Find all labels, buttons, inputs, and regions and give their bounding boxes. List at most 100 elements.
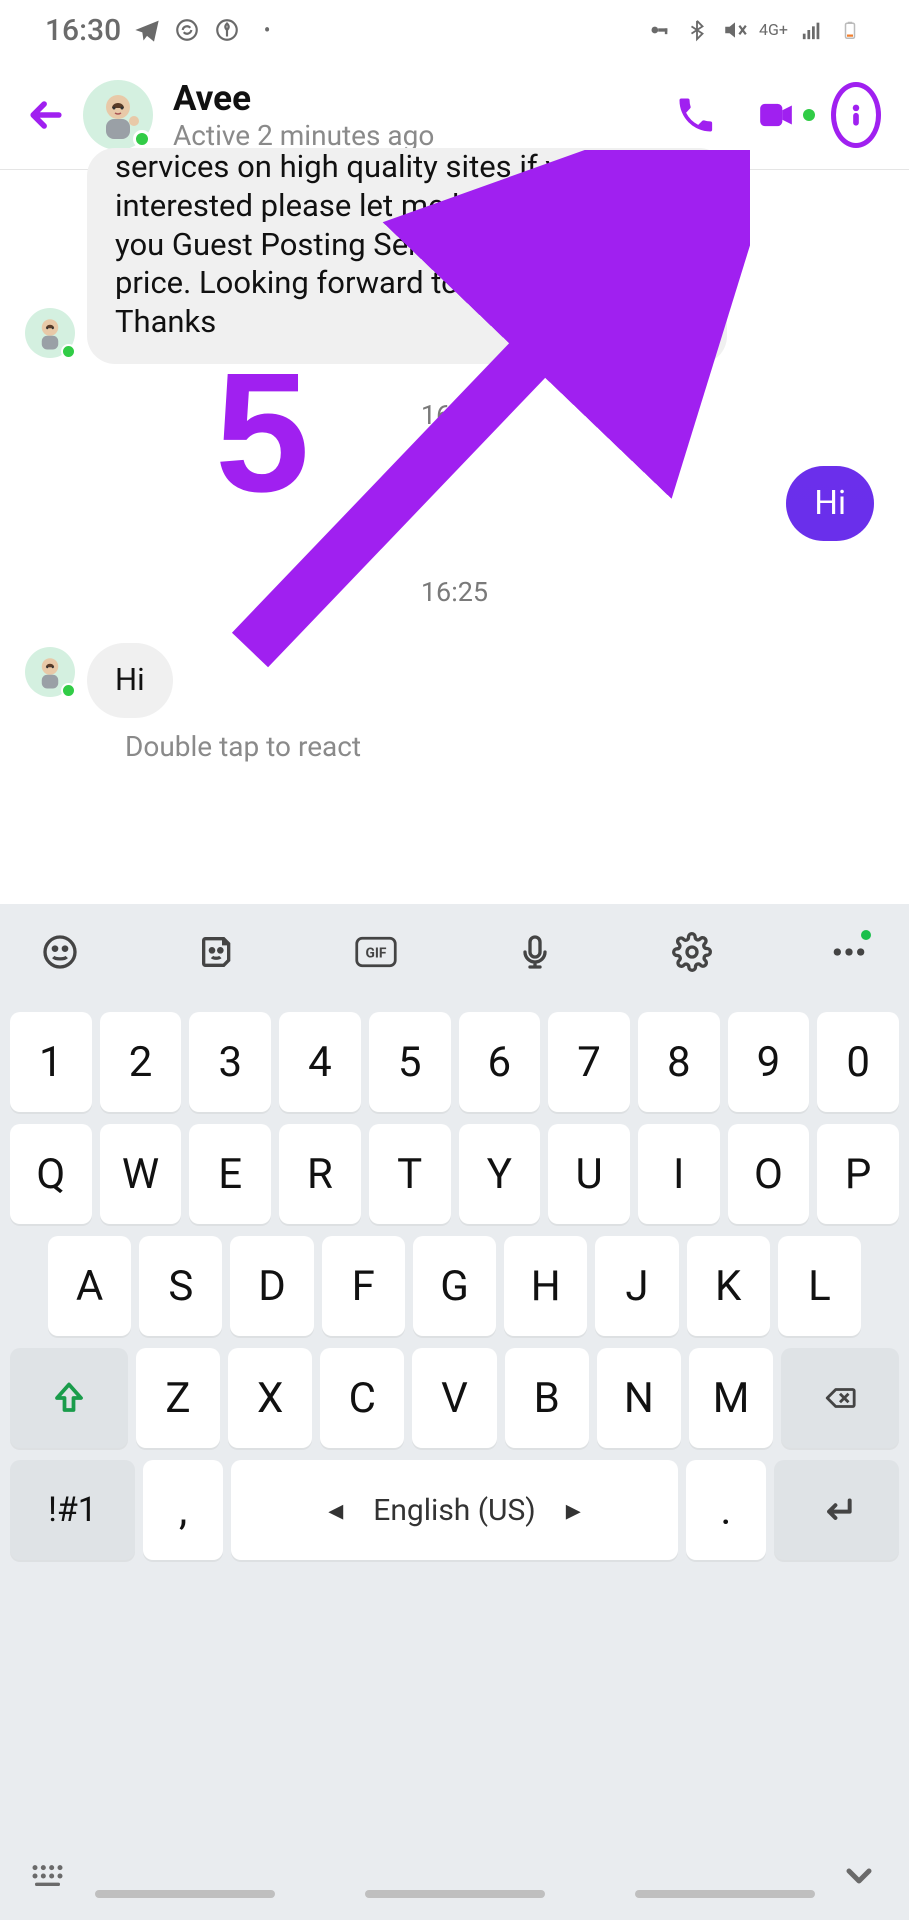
- tree-icon: [213, 16, 241, 44]
- shift-key[interactable]: [10, 1348, 128, 1448]
- incoming-message-bubble[interactable]: services on high quality sites if you ar…: [87, 148, 727, 364]
- voice-call-button[interactable]: [671, 90, 721, 140]
- key-e[interactable]: E: [189, 1124, 271, 1224]
- key-t[interactable]: T: [369, 1124, 451, 1224]
- key-k[interactable]: K: [687, 1236, 770, 1336]
- chat-area[interactable]: services on high quality sites if you ar…: [0, 170, 909, 990]
- key-2[interactable]: 2: [100, 1012, 182, 1112]
- presence-dot-icon: [133, 130, 151, 148]
- info-circle-icon: [831, 82, 881, 148]
- key-5[interactable]: 5: [369, 1012, 451, 1112]
- keyboard-toolbar: GIF: [0, 904, 909, 1004]
- more-toolbar-button[interactable]: [829, 932, 869, 976]
- key-n[interactable]: N: [597, 1348, 681, 1448]
- chevron-left-icon: ◂: [328, 1493, 343, 1528]
- key-f[interactable]: F: [322, 1236, 405, 1336]
- keyboard-switch-icon[interactable]: [30, 1862, 70, 1894]
- key-row-zxcv: Z X C V B N M: [10, 1348, 899, 1448]
- contact-avatar[interactable]: [83, 80, 153, 150]
- key-6[interactable]: 6: [459, 1012, 541, 1112]
- key-a[interactable]: A: [48, 1236, 131, 1336]
- voice-toolbar-button[interactable]: [515, 932, 555, 976]
- key-row-qwerty: Q W E R T Y U I O P: [10, 1124, 899, 1224]
- key-x[interactable]: X: [228, 1348, 312, 1448]
- key-l[interactable]: L: [778, 1236, 861, 1336]
- key-7[interactable]: 7: [548, 1012, 630, 1112]
- key-z[interactable]: Z: [136, 1348, 220, 1448]
- key-9[interactable]: 9: [728, 1012, 810, 1112]
- key-row-asdf: A S D F G H J K L: [10, 1236, 899, 1336]
- key-u[interactable]: U: [548, 1124, 630, 1224]
- network-type-label: 4G+: [759, 22, 788, 38]
- message-avatar[interactable]: [25, 647, 75, 697]
- active-status: Active 2 minutes ago: [173, 119, 661, 152]
- space-language-label: English (US): [373, 1493, 535, 1528]
- nav-recents[interactable]: [95, 1890, 275, 1898]
- key-p[interactable]: P: [817, 1124, 899, 1224]
- incoming-message-bubble[interactable]: Hi: [87, 643, 173, 718]
- key-row-numbers: 1 2 3 4 5 6 7 8 9 0: [10, 1012, 899, 1112]
- chevron-right-icon: ▸: [566, 1493, 581, 1528]
- key-h[interactable]: H: [504, 1236, 587, 1336]
- incoming-message-row: Hi: [25, 643, 884, 718]
- key-3[interactable]: 3: [189, 1012, 271, 1112]
- outgoing-message-bubble[interactable]: Hi: [786, 466, 874, 541]
- key-j[interactable]: J: [595, 1236, 678, 1336]
- key-q[interactable]: Q: [10, 1124, 92, 1224]
- backspace-key[interactable]: [781, 1348, 899, 1448]
- nav-home[interactable]: [365, 1890, 545, 1898]
- header-title-block[interactable]: Avee Active 2 minutes ago: [173, 78, 661, 152]
- enter-key[interactable]: [774, 1460, 899, 1560]
- keyboard-bottom-bar: [0, 1835, 909, 1920]
- video-call-button[interactable]: [751, 90, 801, 140]
- message-avatar[interactable]: [25, 308, 75, 358]
- key-d[interactable]: D: [230, 1236, 313, 1336]
- sync-icon: [173, 16, 201, 44]
- key-8[interactable]: 8: [638, 1012, 720, 1112]
- key-v[interactable]: V: [412, 1348, 496, 1448]
- space-key[interactable]: ◂ English (US) ▸: [231, 1460, 677, 1560]
- timestamp: 16:25: [25, 576, 884, 608]
- telegram-icon: [133, 16, 161, 44]
- key-b[interactable]: B: [505, 1348, 589, 1448]
- key-m[interactable]: M: [689, 1348, 773, 1448]
- key-4[interactable]: 4: [279, 1012, 361, 1112]
- status-bar: 16:30 • 4G+: [0, 0, 909, 60]
- presence-dot-icon: [61, 344, 76, 359]
- back-button[interactable]: [18, 87, 73, 142]
- emoji-toolbar-button[interactable]: [40, 932, 80, 976]
- key-icon: [645, 16, 673, 44]
- bluetooth-icon: [683, 16, 711, 44]
- key-1[interactable]: 1: [10, 1012, 92, 1112]
- key-0[interactable]: 0: [817, 1012, 899, 1112]
- key-s[interactable]: S: [139, 1236, 222, 1336]
- react-hint: Double tap to react: [125, 730, 884, 763]
- info-button[interactable]: [831, 90, 881, 140]
- key-y[interactable]: Y: [459, 1124, 541, 1224]
- key-c[interactable]: C: [320, 1348, 404, 1448]
- settings-toolbar-button[interactable]: [672, 932, 712, 976]
- incoming-message-row: services on high quality sites if you ar…: [25, 170, 884, 364]
- gif-toolbar-button[interactable]: GIF: [354, 935, 398, 973]
- status-time: 16:30: [45, 13, 121, 48]
- symbols-key[interactable]: !#1: [10, 1460, 135, 1560]
- key-row-bottom: !#1 , ◂ English (US) ▸ .: [10, 1460, 899, 1560]
- key-w[interactable]: W: [100, 1124, 182, 1224]
- contact-name: Avee: [173, 78, 661, 119]
- period-key[interactable]: .: [686, 1460, 766, 1560]
- dot-icon: •: [253, 16, 281, 44]
- collapse-keyboard-button[interactable]: [839, 1856, 879, 1900]
- key-o[interactable]: O: [728, 1124, 810, 1224]
- sticker-toolbar-button[interactable]: [197, 932, 237, 976]
- svg-text:GIF: GIF: [366, 946, 387, 962]
- outgoing-message-row: Hi: [25, 466, 874, 541]
- timestamp: 16:23: [25, 399, 884, 431]
- android-nav-bar: [95, 1890, 815, 1898]
- key-g[interactable]: G: [413, 1236, 496, 1336]
- key-r[interactable]: R: [279, 1124, 361, 1224]
- nav-back[interactable]: [635, 1890, 815, 1898]
- soft-keyboard: GIF 1 2 3 4 5 6 7 8 9 0 Q W E R: [0, 904, 909, 1920]
- comma-key[interactable]: ,: [143, 1460, 223, 1560]
- battery-icon: [836, 16, 864, 44]
- key-i[interactable]: I: [638, 1124, 720, 1224]
